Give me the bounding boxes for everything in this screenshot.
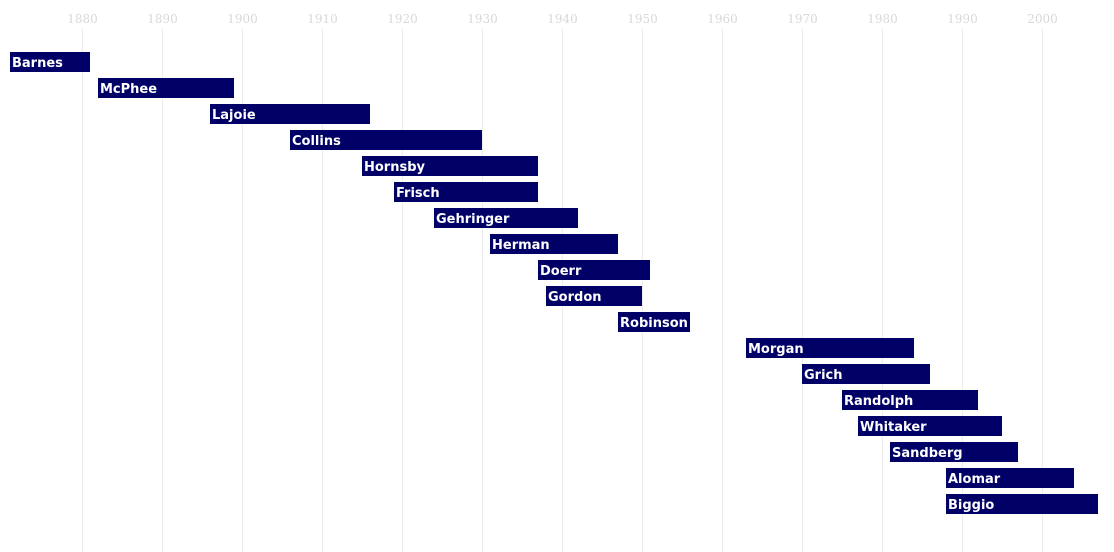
bar-label: Randolph [844,394,913,409]
x-tick-label: 1890 [147,12,178,26]
bar-group: Frisch [394,182,538,202]
bar-group: Biggio [946,494,1098,514]
bar-group: Hornsby [362,156,538,176]
x-axis-ticks: 1880 1890 1900 1910 1920 1930 1940 1950 1960 1970… [67,12,1058,26]
timeline-chart: 1880 1890 1900 1910 1920 1930 1940 1950 1960 1970… [10,12,1098,552]
bar-group: Sandberg [890,442,1018,462]
x-tick-label: 2000 [1027,12,1058,26]
bar-group: Robinson [618,312,690,332]
bar-label: Frisch [396,186,440,201]
bars: Barnes McPhee Lajoie Collins Hornsby Frisch Ge… [10,52,1098,514]
x-tick-label: 1920 [387,12,418,26]
x-tick-label: 1880 [67,12,98,26]
x-tick-label: 1950 [627,12,658,26]
x-tick-label: 1980 [867,12,898,26]
x-tick-label: 1930 [467,12,498,26]
x-tick-label: 1960 [707,12,738,26]
bar-label: Robinson [620,316,688,331]
bar-label: Grich [804,368,843,383]
bar-group: Gehringer [434,208,578,228]
bar-label: Herman [492,238,550,253]
bar-group: Lajoie [210,104,370,124]
bar-label: McPhee [100,82,157,97]
x-tick-label: 1940 [547,12,578,26]
bar-label: Barnes [12,56,63,71]
bar-label: Doerr [540,264,582,279]
bar-group: Barnes [10,52,90,72]
bar-group: Collins [290,130,482,150]
x-tick-label: 1910 [307,12,338,26]
bar-label: Hornsby [364,160,426,175]
bar-label: Morgan [748,342,804,357]
bar-label: Collins [292,134,341,149]
bar-group: Doerr [538,260,650,280]
bar-group: Grich [802,364,930,384]
bar-group: Herman [490,234,618,254]
bar-label: Whitaker [860,420,927,435]
bar-group: Morgan [746,338,914,358]
x-tick-label: 1900 [227,12,258,26]
bar-label: Alomar [948,472,1001,487]
bar-group: McPhee [98,78,234,98]
bar-label: Biggio [948,498,994,513]
bar-group: Gordon [546,286,642,306]
bar-label: Gordon [548,290,602,305]
bar-group: Randolph [842,390,978,410]
x-tick-label: 1990 [947,12,978,26]
bar-label: Lajoie [212,108,256,123]
bar-group: Alomar [946,468,1074,488]
bar-group: Whitaker [858,416,1002,436]
x-tick-label: 1970 [787,12,818,26]
bar-label: Gehringer [436,212,510,227]
bar-label: Sandberg [892,446,963,461]
